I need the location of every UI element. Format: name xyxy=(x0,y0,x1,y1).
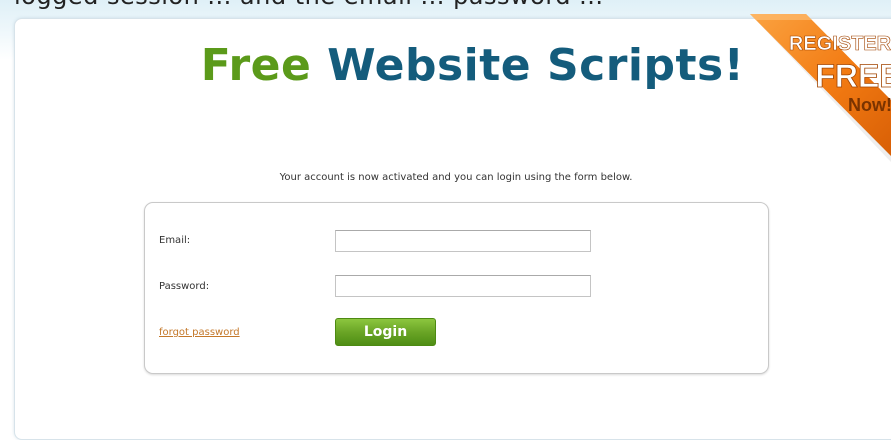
site-title-rest: Website Scripts! xyxy=(327,40,745,91)
top-caption-text: logged session ... and the email ... pas… xyxy=(14,0,604,10)
login-button[interactable]: Login xyxy=(335,318,436,346)
login-form-box: Email: Password: forgot password Login xyxy=(144,202,769,374)
site-title-free: Free xyxy=(200,40,312,91)
password-field[interactable] xyxy=(335,275,591,297)
password-label: Password: xyxy=(159,281,210,292)
email-label: Email: xyxy=(159,235,191,246)
email-field[interactable] xyxy=(335,230,591,252)
forgot-password-link[interactable]: forgot password xyxy=(159,327,240,338)
site-title: Free Website Scripts! xyxy=(0,40,891,91)
activation-message: Your account is now activated and you ca… xyxy=(279,172,633,183)
